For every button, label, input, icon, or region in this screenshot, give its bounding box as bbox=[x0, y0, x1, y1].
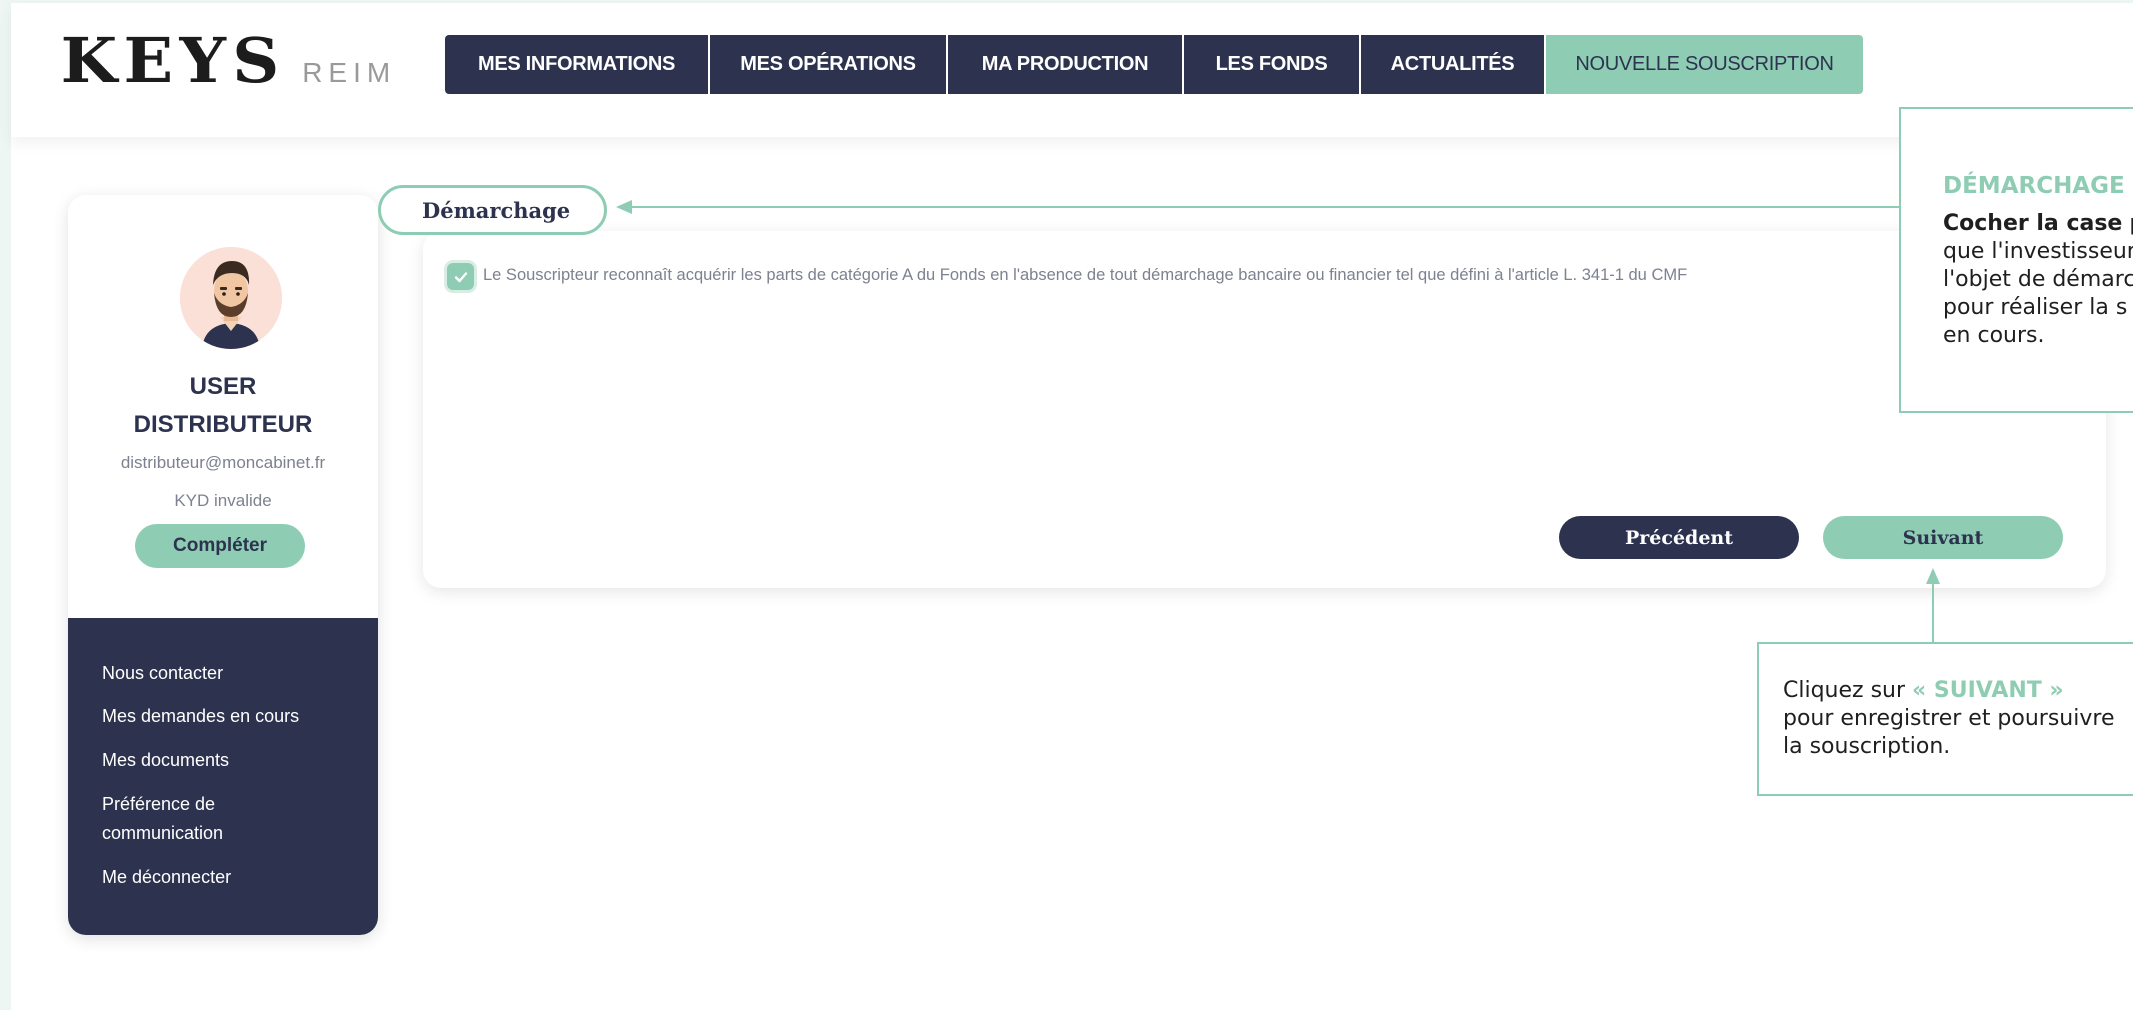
complete-button[interactable]: Compléter bbox=[135, 524, 305, 568]
user-name-line2: DISTRIBUTEUR bbox=[133, 411, 313, 438]
annotation-demarchage-body: Cocher la case po que l'investisseur l'o… bbox=[1943, 210, 2133, 350]
sidebar-item-documents[interactable]: Mes documents bbox=[102, 746, 229, 775]
checkmark-icon bbox=[454, 271, 467, 282]
kyd-status: KYD invalide bbox=[174, 491, 272, 510]
nav-les-fonds[interactable]: LES FONDS bbox=[1184, 35, 1361, 94]
nav-mes-operations[interactable]: MES OPÉRATIONS bbox=[710, 35, 948, 94]
nav-actualites[interactable]: ACTUALITÉS bbox=[1361, 35, 1546, 94]
nav-mes-informations[interactable]: MES INFORMATIONS bbox=[445, 35, 710, 94]
annotation-demarchage-text1: po bbox=[2122, 211, 2133, 236]
nav-nouvelle-souscription[interactable]: NOUVELLE SOUSCRIPTION bbox=[1546, 35, 1863, 94]
annotation-suivant-prefix: Cliquez sur bbox=[1783, 678, 1913, 703]
page: KEYS REIM MES INFORMATIONS MES OPÉRATION… bbox=[11, 3, 2133, 1010]
sidebar-item-contact[interactable]: Nous contacter bbox=[102, 659, 223, 688]
logo-main-text: KEYS bbox=[60, 24, 286, 97]
annotation-suivant: Cliquez sur « SUIVANT » pour enregistrer… bbox=[1757, 642, 2133, 796]
sidebar-item-deconnecter[interactable]: Me déconnecter bbox=[102, 863, 231, 892]
next-button[interactable]: Suivant bbox=[1823, 516, 2063, 559]
annotation-suivant-highlight: « SUIVANT » bbox=[1912, 678, 2064, 703]
user-name-line1: USER bbox=[189, 373, 257, 400]
sidebar-item-preference-line1[interactable]: Préférence de bbox=[102, 790, 215, 819]
annotation-demarchage-line4: pour réaliser la s bbox=[1943, 295, 2128, 320]
avatar-illustration-icon bbox=[180, 247, 282, 349]
annotation-suivant-body: Cliquez sur « SUIVANT » pour enregistrer… bbox=[1783, 677, 2133, 761]
nav-ma-production[interactable]: MA PRODUCTION bbox=[948, 35, 1184, 94]
annotation-demarchage-line3: l'objet de démarc bbox=[1943, 267, 2133, 292]
top-header: KEYS REIM MES INFORMATIONS MES OPÉRATION… bbox=[11, 3, 2133, 137]
sidebar-menu: Nous contacter Mes demandes en cours Mes… bbox=[68, 618, 378, 935]
user-card: USER DISTRIBUTEUR distributeur@moncabine… bbox=[68, 195, 378, 935]
demarchage-checkbox[interactable] bbox=[447, 263, 474, 290]
annotation-demarchage: DÉMARCHAGE : Cocher la case po que l'inv… bbox=[1899, 107, 2133, 413]
user-email: distributeur@moncabinet.fr bbox=[120, 453, 326, 472]
demarchage-checkbox-label: Le Souscripteur reconnaît acquérir les p… bbox=[483, 266, 1688, 284]
main-nav: MES INFORMATIONS MES OPÉRATIONS MA PRODU… bbox=[445, 35, 1863, 94]
keys-reim-logo[interactable]: KEYS REIM bbox=[61, 30, 397, 92]
user-avatar bbox=[180, 247, 282, 349]
annotation-demarchage-line5: en cours. bbox=[1943, 323, 2045, 348]
annotation-demarchage-line2: que l'investisseur bbox=[1943, 239, 2133, 264]
previous-button[interactable]: Précédent bbox=[1559, 516, 1799, 559]
sidebar-item-demandes[interactable]: Mes demandes en cours bbox=[102, 702, 299, 731]
annotation-suivant-line3: la souscription. bbox=[1783, 734, 1951, 759]
annotation-suivant-line2: pour enregistrer et poursuivre bbox=[1783, 706, 2115, 731]
sidebar-item-preference-line2[interactable]: communication bbox=[102, 819, 223, 848]
form-card: Le Souscripteur reconnaît acquérir les p… bbox=[423, 231, 2106, 588]
annotation-demarchage-bold: Cocher la case bbox=[1943, 211, 2123, 236]
logo-sub-text: REIM bbox=[302, 57, 397, 88]
section-title-demarchage: Démarchage bbox=[378, 185, 607, 235]
annotation-demarchage-title: DÉMARCHAGE : bbox=[1943, 173, 2133, 199]
